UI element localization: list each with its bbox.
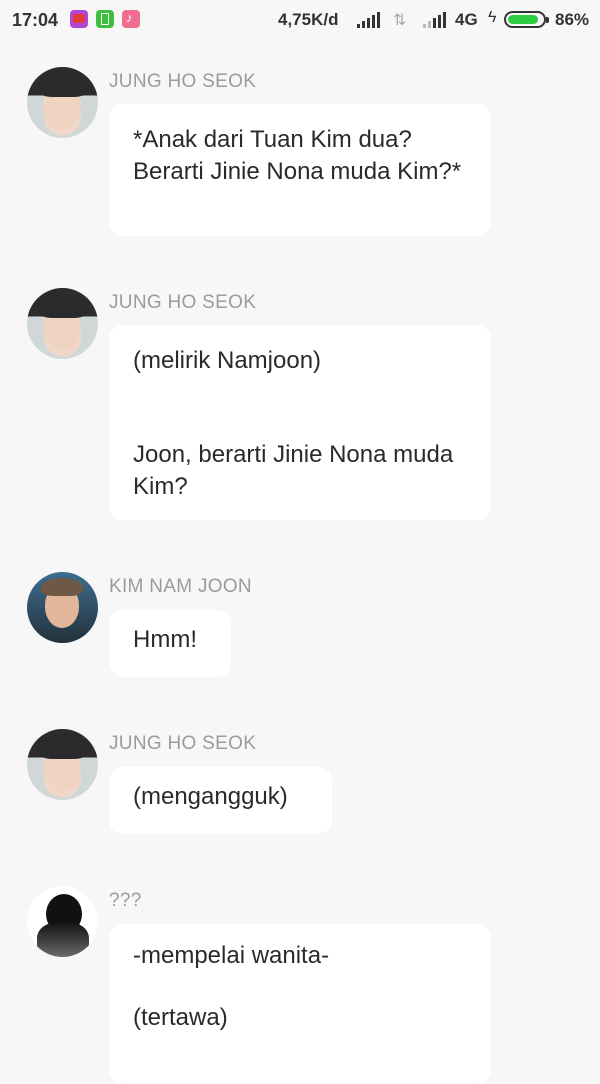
- sender-name: JUNG HO SEOK: [109, 733, 257, 754]
- jung-ho-seok-avatar[interactable]: [27, 288, 98, 359]
- sender-name: JUNG HO SEOK: [109, 292, 257, 313]
- message-bubble[interactable]: *Anak dari Tuan Kim dua? Berarti Jinie N…: [109, 104, 491, 236]
- network-type: 4G: [455, 10, 478, 29]
- network-speed: 4,75K/d: [278, 10, 339, 29]
- charging-icon: ϟ: [488, 9, 497, 26]
- battery-percent: 86%: [555, 10, 590, 29]
- battery-saver-icon: [96, 10, 114, 28]
- message-text: Hmm!: [133, 626, 197, 653]
- message-text: (melirik Namjoon): [133, 347, 322, 374]
- message-text: Joon, berarti Jinie Nona muda Kim?: [133, 441, 454, 500]
- kim-nam-joon-avatar[interactable]: [27, 572, 98, 643]
- battery-icon: [504, 11, 549, 28]
- message-bubble[interactable]: (melirik Namjoon) Joon, berarti Jinie No…: [109, 325, 491, 520]
- jung-ho-seok-avatar[interactable]: [27, 729, 98, 800]
- message-bubble[interactable]: -mempelai wanita- (tertawa): [109, 924, 491, 1084]
- sender-name: ???: [109, 890, 142, 911]
- message-text: -mempelai wanita-: [133, 942, 330, 969]
- sender-name: KIM NAM JOON: [109, 576, 252, 597]
- unknown-silhouette-avatar[interactable]: [27, 886, 98, 957]
- message-bubble[interactable]: Hmm!: [109, 610, 231, 677]
- message-text: (tertawa): [133, 1004, 228, 1031]
- signal-icon: [357, 12, 381, 28]
- data-arrows-icon: ⇅: [393, 12, 407, 29]
- message-bubble[interactable]: (mengangguk): [109, 767, 332, 834]
- status-bar: 17:04 4,75K/d ⇅ 4G ϟ 86%: [0, 0, 600, 40]
- message-text: *Anak dari Tuan Kim dua? Berarti Jinie N…: [133, 126, 462, 185]
- youtube-icon: [70, 10, 88, 28]
- sender-name: JUNG HO SEOK: [109, 71, 257, 92]
- status-time: 17:04: [12, 10, 59, 30]
- silhouette-body: [37, 922, 89, 957]
- message-text: (mengangguk): [133, 783, 288, 810]
- music-icon: [122, 10, 140, 28]
- signal-icon-secondary: [423, 12, 447, 28]
- jung-ho-seok-avatar[interactable]: [27, 67, 98, 138]
